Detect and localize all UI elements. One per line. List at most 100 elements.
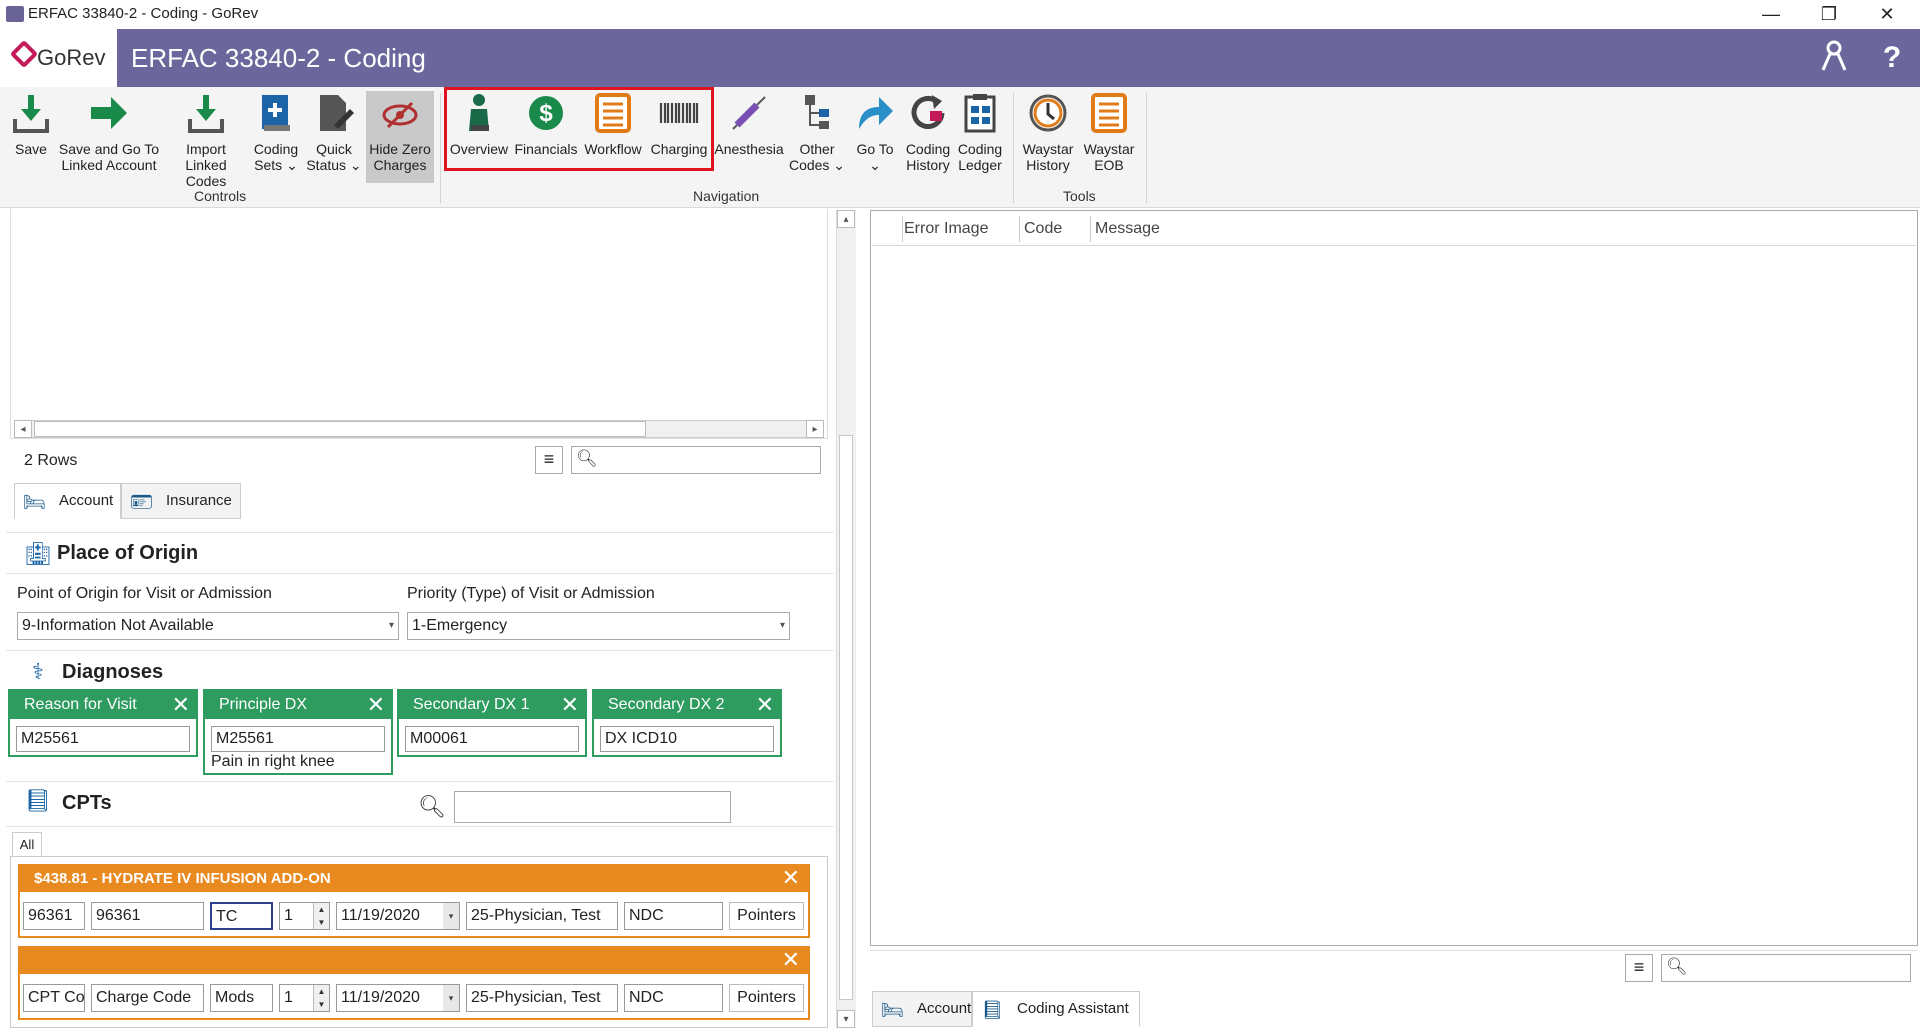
workflow-button[interactable]: Workflow (582, 91, 644, 183)
remove-icon[interactable]: ✕ (367, 691, 385, 719)
diagnoses-title: Diagnoses (62, 661, 164, 683)
book-plus-icon: 📘︎ (981, 1000, 1004, 1020)
dx-code-input[interactable]: M00061 (405, 726, 579, 752)
priority-select[interactable]: 1-Emergency ▾ (407, 612, 790, 640)
logo[interactable]: GoRev (0, 29, 117, 87)
column-separator (1090, 216, 1091, 242)
import-linked-codes-button[interactable]: Import Linked Codes (164, 91, 248, 189)
share-arrow-icon (859, 97, 893, 129)
pointers-button[interactable]: Pointers (729, 984, 804, 1012)
chevron-down-icon[interactable]: ▾ (443, 985, 459, 1011)
logo-text: GoRev (37, 45, 106, 70)
divider (870, 950, 1918, 951)
physician-field[interactable]: 25-Physician, Test (466, 902, 618, 930)
mods-field[interactable]: TC (210, 902, 273, 930)
remove-icon[interactable]: ✕ (561, 691, 579, 719)
chevron-down-icon[interactable]: ▾ (443, 903, 459, 929)
tab-right-account[interactable]: 🛏︎ Account (872, 991, 972, 1027)
account-grid[interactable] (10, 209, 828, 439)
mods-field[interactable]: Mods (210, 984, 273, 1012)
remove-icon[interactable]: ✕ (756, 691, 774, 719)
ndc-field[interactable]: NDC (624, 984, 723, 1012)
charging-button[interactable]: Charging (648, 91, 710, 183)
import-icon (188, 95, 224, 133)
help-icon[interactable]: ? (1874, 40, 1910, 76)
remove-icon[interactable]: ✕ (782, 947, 800, 973)
close-window-button[interactable]: ✕ (1858, 0, 1916, 29)
cpt-search-input[interactable] (454, 791, 731, 823)
column-message[interactable]: Message (1095, 220, 1160, 238)
go-to-button[interactable]: Go To ⌄ (850, 91, 900, 183)
coding-history-button[interactable]: Coding History (904, 91, 952, 183)
hierarchy-icon (805, 95, 829, 129)
ribbon-separator (1013, 93, 1014, 203)
pointers-button[interactable]: Pointers (729, 902, 804, 930)
spin-arrows-icon[interactable]: ▲ ▼ (313, 985, 329, 1011)
physician-field[interactable]: 25-Physician, Test (466, 984, 618, 1012)
save-button[interactable]: Save (8, 91, 54, 183)
service-date-field[interactable]: 11/19/2020 ▾ (336, 984, 460, 1012)
dx-code-input[interactable]: M25561 (16, 726, 190, 752)
overview-button[interactable]: Overview (448, 91, 510, 183)
errors-menu-button[interactable]: ≡ (1625, 954, 1653, 982)
waystar-eob-button[interactable]: Waystar EOB (1082, 91, 1136, 183)
spin-arrows-icon[interactable]: ▲ ▼ (313, 903, 329, 929)
charge-code-field[interactable]: 96361 (91, 902, 204, 930)
restore-button[interactable]: ❐ (1800, 0, 1858, 29)
errors-search-input[interactable]: 🔍︎ (1661, 954, 1911, 982)
search-icon: 🔍︎ (576, 449, 598, 468)
hide-zero-charges-button[interactable]: Hide Zero Charges (366, 91, 434, 183)
tab-coding-assistant[interactable]: 📘︎ Coding Assistant (972, 991, 1140, 1027)
scroll-up-icon[interactable]: ▴ (837, 210, 855, 228)
search-icon: 🔍︎ (1666, 957, 1688, 976)
column-separator (902, 216, 903, 242)
horizontal-scroll-thumb[interactable] (34, 421, 646, 437)
charge-code-field[interactable]: Charge Code (91, 984, 204, 1012)
scroll-left-icon[interactable]: ◂ (14, 420, 32, 438)
ndc-field[interactable]: NDC (624, 902, 723, 930)
tab-insurance[interactable]: 🪪︎ Insurance (121, 483, 241, 519)
point-of-origin-select[interactable]: 9-Information Not Available ▾ (17, 612, 399, 640)
list-icon (595, 93, 631, 133)
grid-search-input[interactable]: 🔍︎ (571, 446, 821, 474)
cpt-code-field[interactable]: 96361 (23, 902, 85, 930)
group-label-navigation: Navigation (693, 188, 760, 204)
document-list-icon (1091, 93, 1127, 133)
tab-all[interactable]: All (12, 832, 42, 856)
minimize-button[interactable]: — (1742, 0, 1800, 29)
bed-icon: 🛏︎ (23, 492, 46, 512)
dx-code-input[interactable]: M25561 (211, 726, 385, 752)
cpt-code-field[interactable]: CPT Code (23, 984, 85, 1012)
divider (6, 650, 834, 651)
tab-account[interactable]: 🛏︎ Account (14, 483, 121, 519)
quantity-stepper[interactable]: 1 ▲ ▼ (279, 984, 330, 1012)
column-error-image[interactable]: Error Image (904, 220, 988, 238)
user-icon[interactable] (1816, 40, 1852, 76)
dx-code-input[interactable]: DX ICD10 (600, 726, 774, 752)
clipboard-icon (964, 94, 996, 133)
remove-icon[interactable]: ✕ (172, 691, 190, 719)
service-date-field[interactable]: 11/19/2020 ▾ (336, 902, 460, 930)
column-code[interactable]: Code (1024, 220, 1062, 238)
gorev-logo-icon (9, 39, 39, 69)
scroll-right-icon[interactable]: ▸ (806, 420, 824, 438)
waystar-history-button[interactable]: Waystar History (1018, 91, 1078, 183)
other-codes-button[interactable]: Other Codes ⌄ (788, 91, 846, 183)
scroll-down-icon[interactable]: ▾ (837, 1010, 855, 1028)
search-icon[interactable]: 🔍︎ (418, 794, 446, 820)
remove-icon[interactable]: ✕ (782, 865, 800, 891)
vertical-scroll-thumb[interactable] (839, 435, 853, 1000)
quantity-stepper[interactable]: 1 ▲ ▼ (279, 902, 330, 930)
coding-ledger-button[interactable]: Coding Ledger (956, 91, 1004, 183)
insurance-card-icon: 🪪︎ (130, 492, 153, 512)
quick-status-button[interactable]: Quick Status ⌄ (306, 91, 362, 183)
coding-sets-button[interactable]: Coding Sets ⌄ (252, 91, 300, 183)
bed-icon: 🛏︎ (881, 1000, 904, 1020)
anesthesia-button[interactable]: Anesthesia (714, 91, 784, 183)
document-edit-icon (320, 95, 354, 131)
divider (6, 826, 834, 827)
financials-button[interactable]: $ Financials (514, 91, 578, 183)
priority-label: Priority (Type) of Visit or Admission (407, 585, 655, 602)
grid-menu-button[interactable]: ≡ (535, 446, 563, 474)
save-and-go-to-linked-account-button[interactable]: Save and Go To Linked Account (58, 91, 160, 183)
